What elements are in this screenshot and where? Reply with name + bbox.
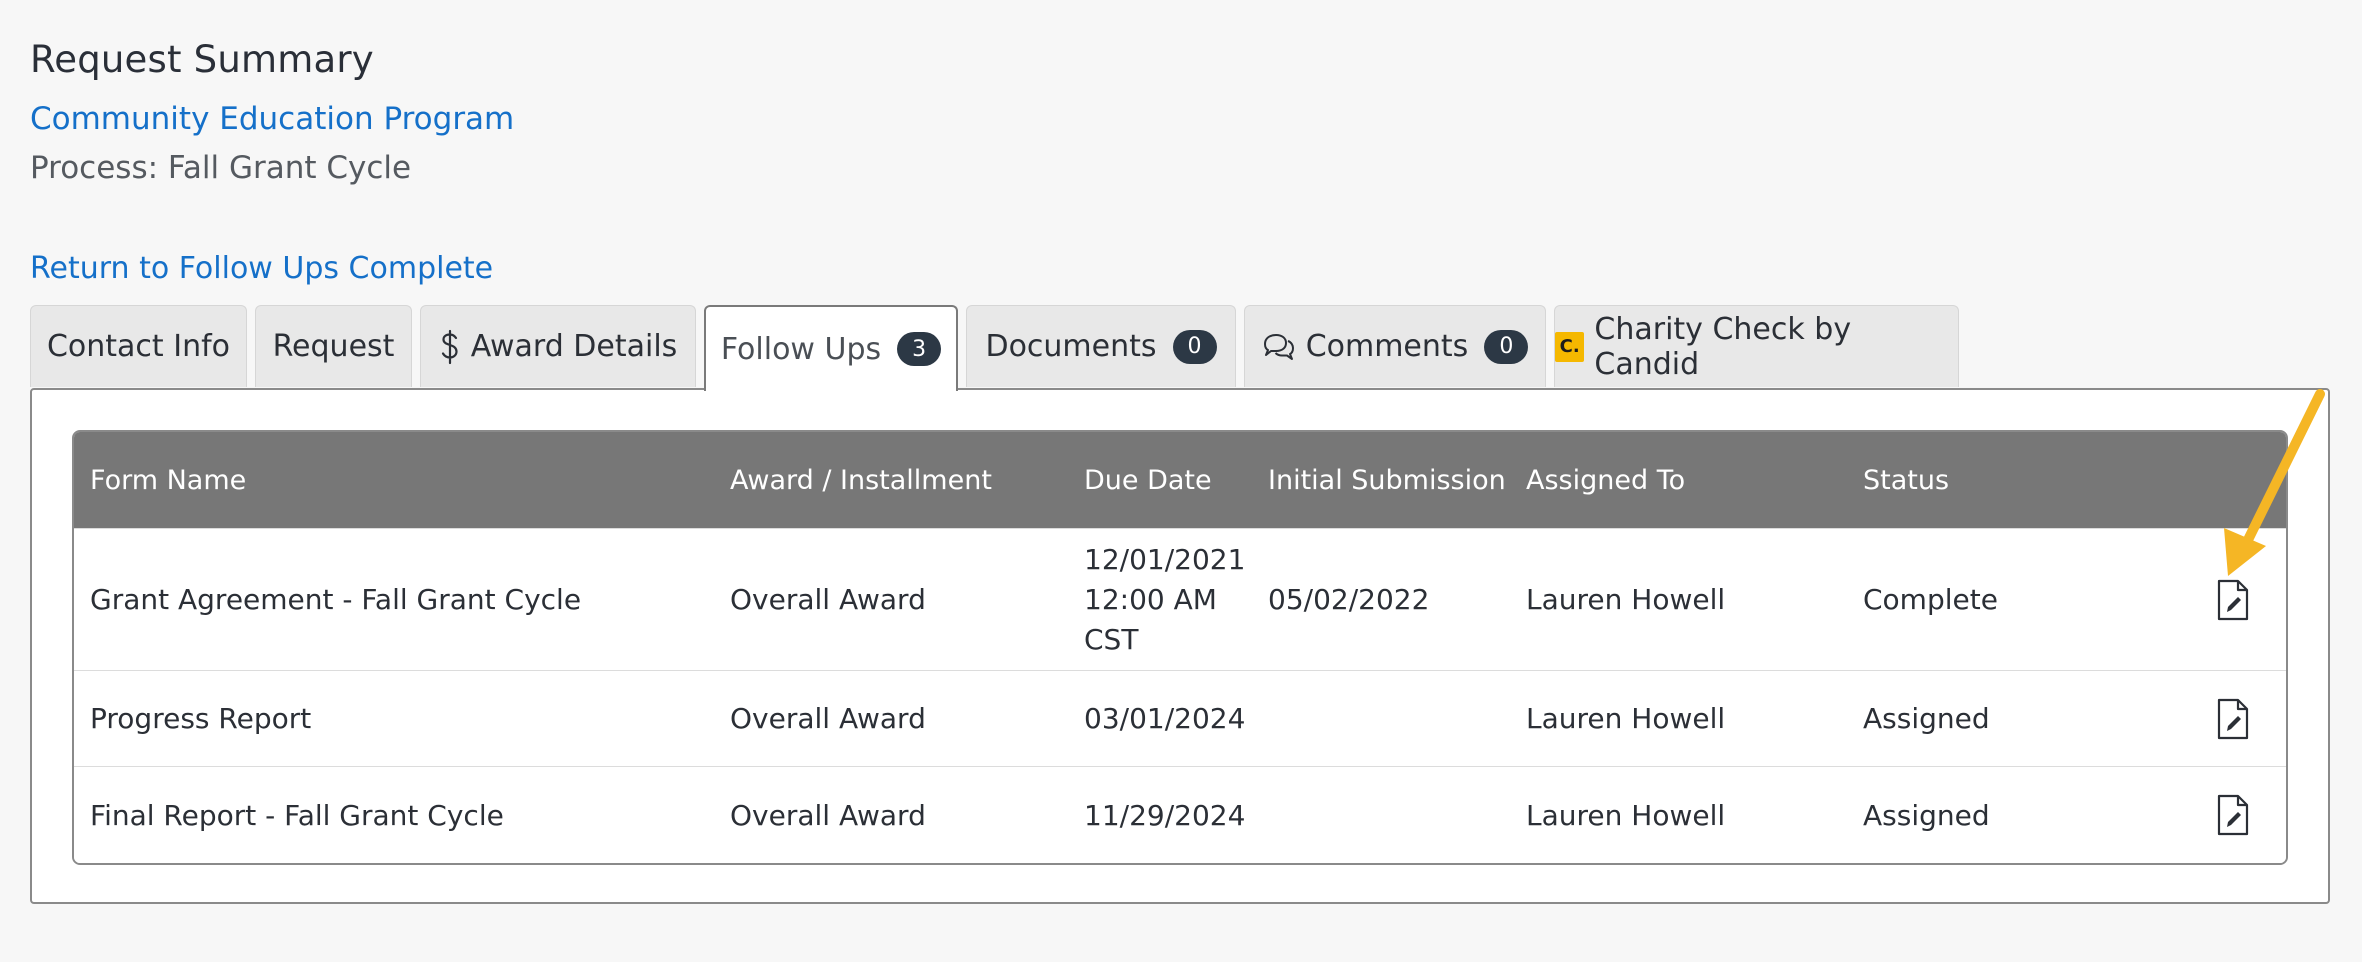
column-header-award[interactable]: Award / Installment [730,432,992,528]
assigned-to-cell: Lauren Howell [1526,583,1726,616]
return-link[interactable]: Return to Follow Ups Complete [30,251,493,286]
due-date-line: 12/01/2021 [1084,543,1246,576]
tab-label: Award Details [470,329,678,364]
page-title: Request Summary [30,38,374,81]
due-date-cell: 12/01/2021 12:00 AM CST [1084,529,1245,671]
due-date-line: CST [1084,623,1139,656]
form-name-cell: Grant Agreement - Fall Grant Cycle [90,583,582,616]
tab-contact-info[interactable]: Contact Info [30,305,247,387]
status-cell: Assigned [1863,798,1990,832]
comments-icon [1262,332,1296,362]
table-row: Grant Agreement - Fall Grant Cycle Overa… [74,528,2286,671]
award-cell: Overall Award [730,583,926,616]
edit-document-icon[interactable] [2213,791,2253,839]
status-cell: Assigned [1863,702,1990,735]
tab-follow-ups[interactable]: Follow Ups 3 [704,305,958,391]
due-date-line: 12:00 AM [1084,583,1217,616]
follow-ups-table: Form Name Award / Installment Due Date I… [72,430,2288,865]
column-header-assigned-to[interactable]: Assigned To [1526,432,1685,528]
column-header-due-date[interactable]: Due Date [1084,432,1212,528]
count-badge: 3 [897,332,942,366]
tab-request[interactable]: Request [255,305,412,387]
tab-comments[interactable]: Comments 0 [1244,305,1546,387]
tab-label: Request [272,329,395,364]
tab-charity-check[interactable]: C. Charity Check by Candid [1554,305,1959,387]
dollar-icon [439,329,461,365]
column-header-form-name[interactable]: Form Name [90,432,246,528]
award-cell: Overall Award [730,702,926,735]
status-cell: Complete [1863,583,1998,616]
tab-label: Follow Ups [720,331,882,367]
process-label: Process: Fall Grant Cycle [30,150,412,186]
tab-label: Documents [985,329,1157,364]
table-header: Form Name Award / Installment Due Date I… [74,432,2286,528]
edit-document-icon[interactable] [2213,695,2253,743]
tab-label: Comments [1305,329,1469,364]
table-row: Final Report - Fall Grant Cycle Overall … [74,766,2286,863]
tab-documents[interactable]: Documents 0 [966,305,1236,387]
due-date-cell: 03/01/2024 [1084,702,1246,735]
count-badge: 0 [1172,329,1217,364]
tab-label: Charity Check by Candid [1594,311,1852,382]
count-badge: 0 [1484,329,1529,364]
assigned-to-cell: Lauren Howell [1526,702,1726,735]
tab-award-details[interactable]: Award Details [420,305,696,387]
table-row: Progress Report Overall Award 03/01/2024… [74,670,2286,767]
follow-ups-panel: Form Name Award / Installment Due Date I… [30,388,2330,904]
column-header-status[interactable]: Status [1863,432,1949,528]
due-date-cell: 11/29/2024 [1084,798,1246,832]
initial-submission-cell: 05/02/2022 [1268,583,1430,616]
tab-label: Contact Info [46,329,231,364]
annotation-arrow-icon [2224,389,2325,576]
candid-logo-icon: C. [1555,331,1585,362]
request-name-link[interactable]: Community Education Program [30,101,514,137]
form-name-cell: Progress Report [90,702,312,735]
form-name-cell: Final Report - Fall Grant Cycle [90,798,504,832]
column-header-initial-submission[interactable]: Initial Submission [1268,432,1506,528]
assigned-to-cell: Lauren Howell [1526,798,1726,832]
award-cell: Overall Award [730,798,926,832]
